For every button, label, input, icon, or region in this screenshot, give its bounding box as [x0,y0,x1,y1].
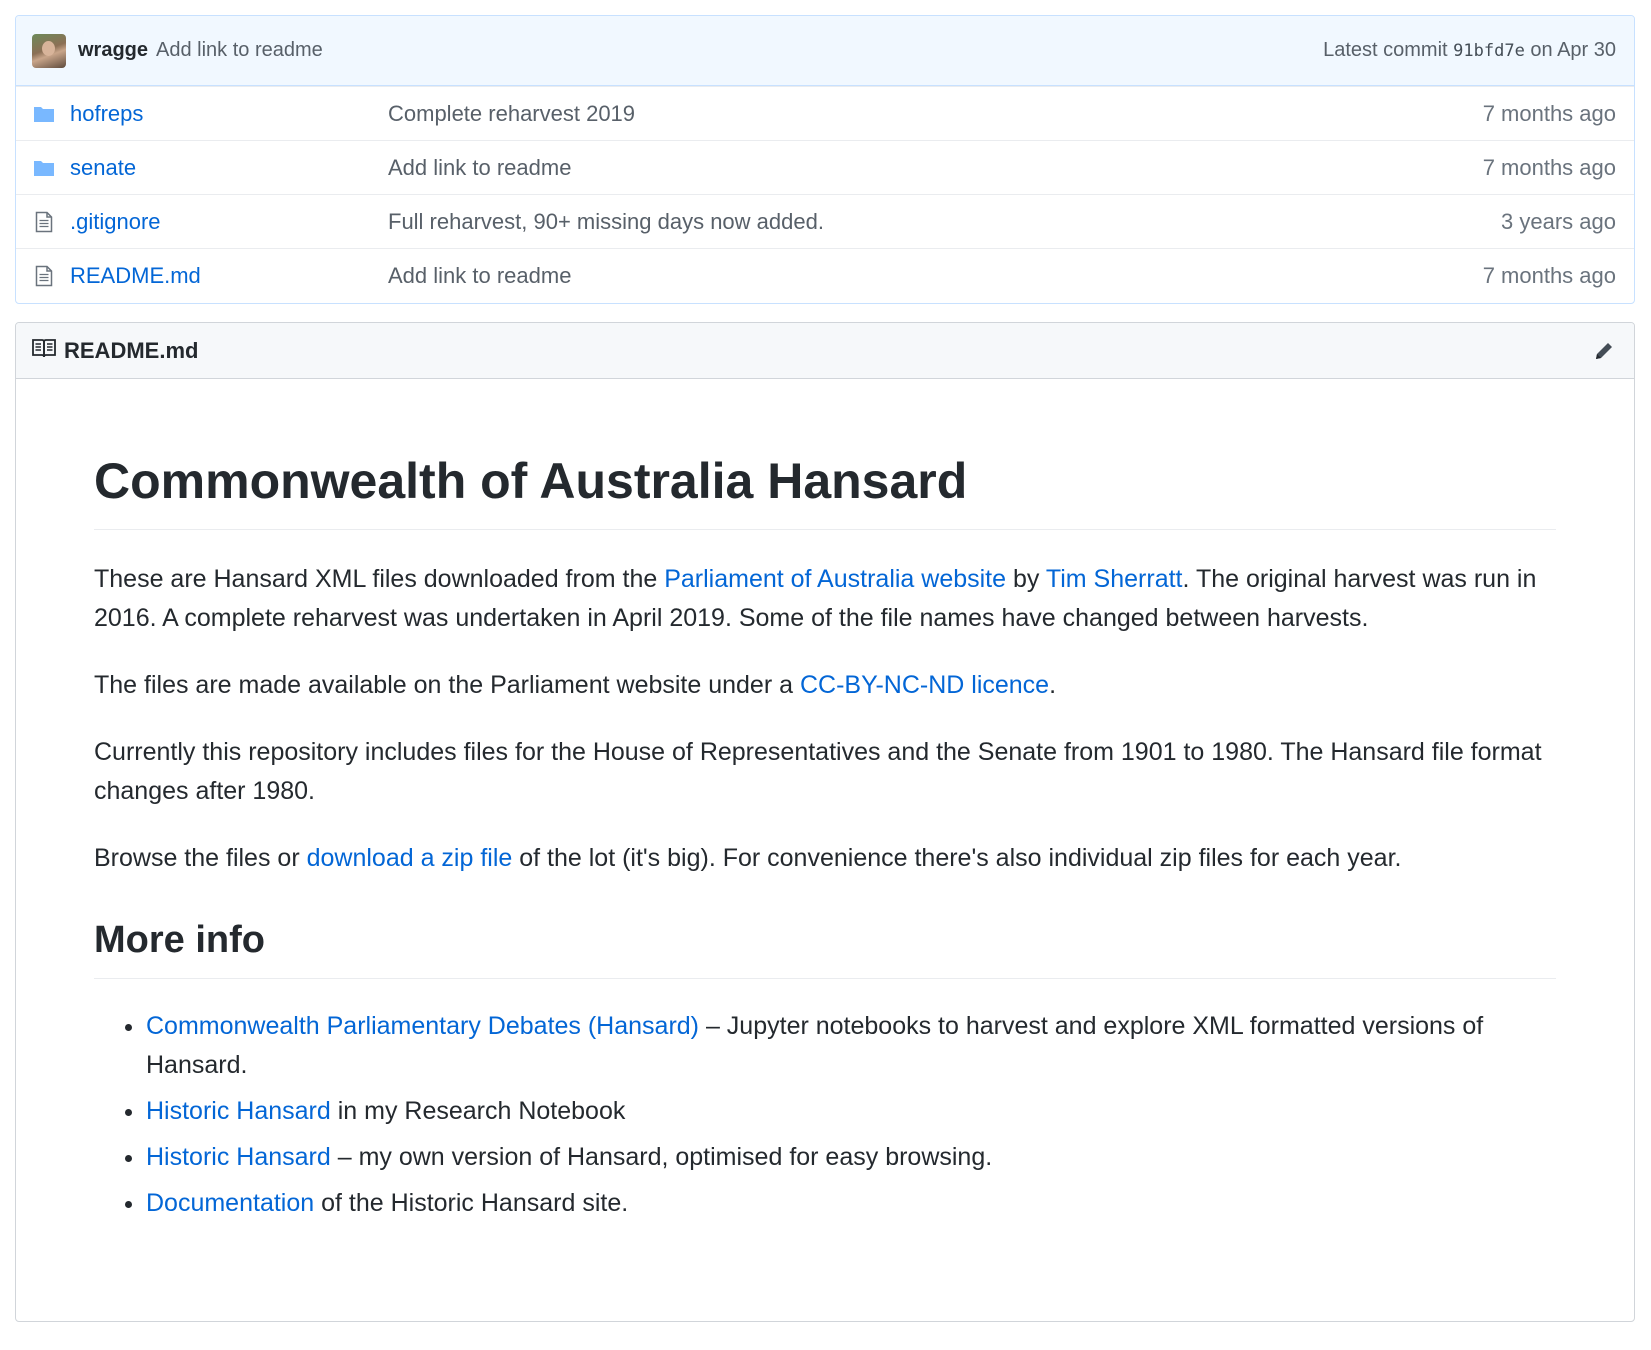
file-age: 3 years ago [1501,208,1616,234]
readme-paragraph-intro: These are Hansard XML files downloaded f… [94,560,1556,638]
paragraph-text: by [1006,565,1046,593]
list-item: Commonwealth Parliamentary Debates (Hans… [146,1007,1556,1085]
file-commit-link[interactable]: Full reharvest, 90+ missing days now add… [388,209,1501,235]
readme-content: Commonwealth of Australia Hansard These … [16,451,1634,1223]
more-info-heading: More info [94,918,1556,979]
file-row: .gitignore Full reharvest, 90+ missing d… [16,194,1634,248]
file-commit-link[interactable]: Complete reharvest 2019 [388,101,1483,127]
latest-commit-prefix: Latest commit [1323,39,1448,61]
file-link[interactable]: README.md [70,263,388,289]
list-item-text: of the Historic Hansard site. [314,1188,629,1217]
book-icon [32,338,56,363]
list-item: Documentation of the Historic Hansard si… [146,1184,1556,1223]
commit-author-link[interactable]: wragge [78,39,148,62]
paragraph-text: The files are made available on the Parl… [94,671,800,699]
readme-heading: Commonwealth of Australia Hansard [94,451,1556,530]
more-info-list: Commonwealth Parliamentary Debates (Hans… [94,1007,1556,1223]
file-icon [32,210,56,234]
readme-paragraph-licence: The files are made available on the Parl… [94,666,1556,705]
avatar[interactable] [32,33,66,68]
paragraph-text: Browse the files or [94,844,307,872]
file-commit-link[interactable]: Add link to readme [388,155,1483,181]
parliament-website-link[interactable]: Parliament of Australia website [664,565,1006,593]
file-commit-link[interactable]: Add link to readme [388,263,1483,289]
licence-link[interactable]: CC-BY-NC-ND licence [800,671,1049,699]
readme-header: README.md [16,323,1634,379]
paragraph-text: These are Hansard XML files downloaded f… [94,565,665,593]
latest-commit-info: Latest commit 91bfd7e on Apr 30 [1323,39,1616,62]
readme-filename: README.md [64,337,199,363]
file-row: hofreps Complete reharvest 2019 7 months… [16,86,1634,140]
pencil-icon[interactable] [1590,337,1618,365]
folder-icon [32,102,56,126]
folder-icon [32,156,56,180]
file-age: 7 months ago [1482,154,1616,180]
file-link[interactable]: senate [70,155,388,181]
file-browser: wragge Add link to readme Latest commit … [15,15,1635,304]
readme-panel: README.md Commonwealth of Australia Hans… [15,322,1635,1322]
list-item-text: in my Research Notebook [330,1096,626,1125]
tim-sherratt-link[interactable]: Tim Sherratt [1046,565,1183,593]
file-icon [32,264,56,288]
commit-date: on Apr 30 [1530,39,1616,61]
file-link[interactable]: .gitignore [70,209,388,235]
commit-sha-link[interactable]: 91bfd7e [1453,41,1525,61]
list-item-link[interactable]: Historic Hansard [146,1143,331,1171]
commit-message-link[interactable]: Add link to readme [156,39,323,62]
list-item-text: – my own version of Hansard, optimised f… [330,1142,993,1171]
file-link[interactable]: hofreps [70,101,388,127]
latest-commit-bar: wragge Add link to readme Latest commit … [16,16,1634,86]
list-item: Historic Hansard in my Research Notebook [146,1092,1556,1131]
file-row: README.md Add link to readme 7 months ag… [16,248,1634,302]
readme-paragraph-download: Browse the files or download a zip file … [94,839,1556,878]
download-zip-link[interactable]: download a zip file [307,844,513,872]
file-age: 7 months ago [1482,100,1616,126]
list-item-link[interactable]: Commonwealth Parliamentary Debates (Hans… [146,1012,699,1040]
file-row: senate Add link to readme 7 months ago [16,140,1634,194]
paragraph-text: of the lot (it's big). For convenience t… [512,844,1402,872]
readme-paragraph-coverage: Currently this repository includes files… [94,738,1542,805]
file-age: 7 months ago [1482,262,1616,288]
list-item-link[interactable]: Historic Hansard [146,1097,331,1125]
list-item-link[interactable]: Documentation [146,1189,314,1217]
list-item: Historic Hansard – my own version of Han… [146,1138,1556,1177]
paragraph-text: . [1049,671,1057,699]
